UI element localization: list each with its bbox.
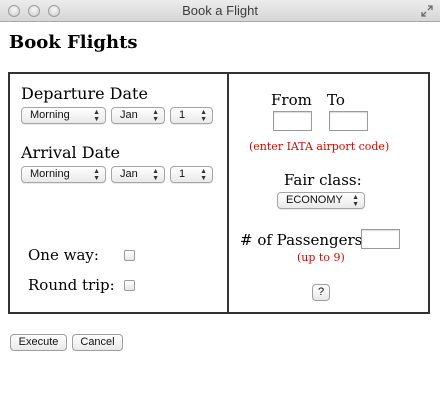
arrival-month-select[interactable]: Jan ▲ ▼ (111, 166, 165, 183)
round-trip-label: Round trip: (28, 276, 115, 294)
departure-time-select[interactable]: Morning ▲ ▼ (21, 107, 106, 124)
arrival-day-value: 1 (179, 168, 186, 180)
one-way-checkbox[interactable] (124, 250, 135, 261)
from-airport-input[interactable] (273, 111, 312, 131)
passengers-label: # of Passengers: (240, 231, 368, 249)
fullscreen-icon[interactable] (421, 5, 433, 17)
round-trip-checkbox[interactable] (124, 280, 135, 291)
page-title: Book Flights (9, 32, 138, 53)
departure-day-select[interactable]: 1 ▲ ▼ (170, 107, 213, 124)
passengers-input[interactable] (361, 229, 400, 249)
arrival-time-value: Morning (30, 168, 70, 180)
departure-date-label: Departure Date (21, 84, 148, 103)
fair-class-value: ECONOMY (286, 194, 343, 206)
help-button[interactable]: ? (312, 284, 330, 301)
form-divider (227, 72, 229, 314)
arrival-time-select[interactable]: Morning ▲ ▼ (21, 166, 106, 183)
iata-hint: (enter IATA airport code) (249, 140, 390, 153)
window-titlebar: Book a Flight (0, 0, 440, 22)
updown-arrows-icon: ▲ ▼ (93, 109, 100, 123)
departure-day-value: 1 (179, 109, 186, 121)
arrival-date-label: Arrival Date (21, 143, 121, 162)
window-title: Book a Flight (182, 3, 258, 18)
cancel-button[interactable]: Cancel (72, 334, 123, 351)
fair-class-select[interactable]: ECONOMY ▲ ▼ (277, 192, 365, 209)
arrival-day-select[interactable]: 1 ▲ ▼ (170, 166, 213, 183)
passengers-hint: (up to 9) (297, 251, 345, 264)
departure-time-value: Morning (30, 109, 70, 121)
departure-month-select[interactable]: Jan ▲ ▼ (111, 107, 165, 124)
to-airport-input[interactable] (329, 111, 368, 131)
updown-arrows-icon: ▲ ▼ (352, 194, 359, 208)
updown-arrows-icon: ▲ ▼ (93, 168, 100, 182)
one-way-label: One way: (28, 246, 99, 264)
to-label: To (327, 91, 345, 109)
from-label: From (271, 91, 312, 109)
fair-class-label: Fair class: (284, 171, 362, 189)
arrival-month-value: Jan (120, 168, 138, 180)
updown-arrows-icon: ▲ ▼ (200, 109, 207, 123)
updown-arrows-icon: ▲ ▼ (200, 168, 207, 182)
execute-button[interactable]: Execute (10, 334, 67, 351)
updown-arrows-icon: ▲ ▼ (152, 168, 159, 182)
departure-month-value: Jan (120, 109, 138, 121)
updown-arrows-icon: ▲ ▼ (152, 109, 159, 123)
